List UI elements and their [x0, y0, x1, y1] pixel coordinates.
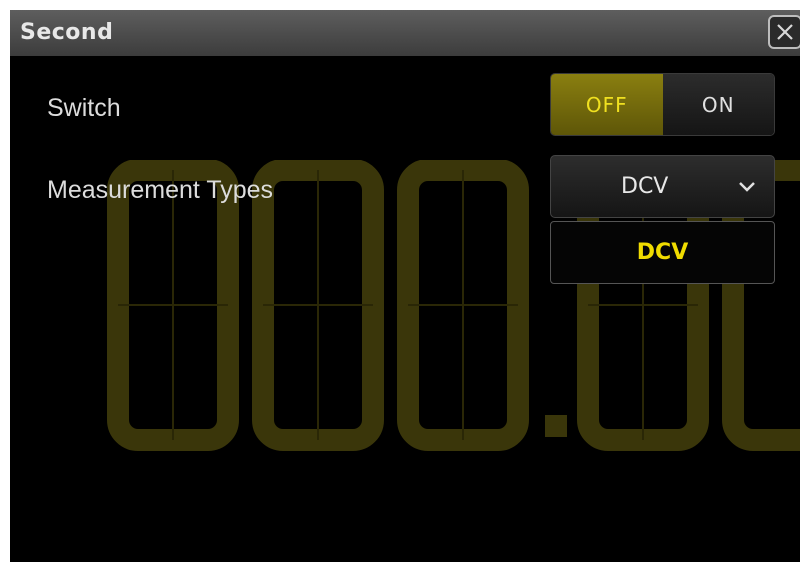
- measurement-types-menu: DCV: [550, 221, 775, 284]
- measurement-types-dropdown[interactable]: DCV: [550, 155, 775, 218]
- measurement-types-label: Measurement Types: [47, 176, 274, 204]
- switch-off-option[interactable]: OFF: [551, 74, 663, 135]
- close-icon: [777, 24, 793, 40]
- switch-toggle[interactable]: OFF ON: [550, 73, 775, 136]
- switch-label: Switch: [47, 94, 121, 122]
- dialog-title: Second: [20, 20, 114, 45]
- chevron-down-icon: [739, 182, 755, 192]
- title-bar: Second: [10, 10, 800, 56]
- dialog-window: Second Switch OFF ON Measurement Types D…: [10, 10, 800, 562]
- dropdown-selected-value: DCV: [621, 174, 669, 199]
- close-button[interactable]: [768, 15, 800, 49]
- switch-on-option[interactable]: ON: [662, 74, 774, 135]
- menu-item-dcv[interactable]: DCV: [551, 222, 774, 283]
